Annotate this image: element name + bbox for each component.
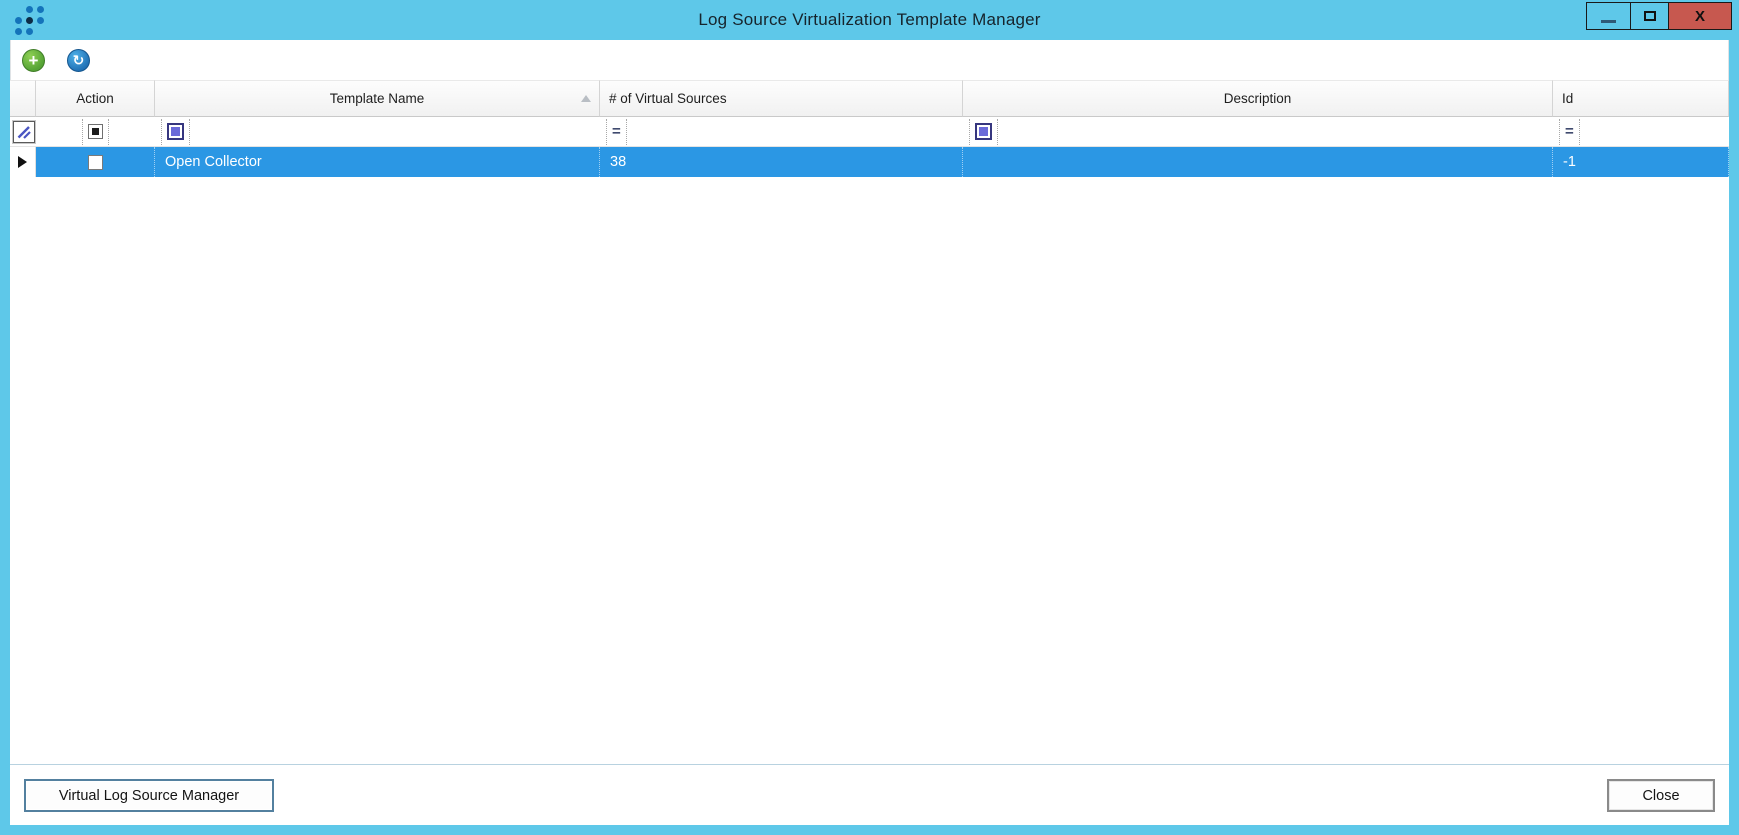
checkbox-indeterminate-blue-icon <box>975 123 992 140</box>
header-row-indicator <box>10 80 36 117</box>
filter-row-indicator-cell <box>10 117 36 147</box>
table-row-open-collector[interactable]: Open Collector 38 -1 <box>10 147 1729 177</box>
add-icon: + <box>28 50 39 70</box>
sort-ascending-icon <box>581 95 591 102</box>
maximize-icon <box>1643 11 1656 21</box>
close-button[interactable]: Close <box>1607 779 1715 812</box>
client-area: + ↻ Action Template Name # of Virtual So… <box>10 40 1729 825</box>
virtual-sources-cell[interactable]: 38 <box>600 147 963 177</box>
id-cell[interactable]: -1 <box>1553 147 1729 177</box>
row-arrow-icon <box>18 156 27 168</box>
refresh-button[interactable]: ↻ <box>67 48 90 72</box>
template-name-filter-checkbox-indeterminate[interactable] <box>161 118 190 145</box>
window: Log Source Virtualization Template Manag… <box>0 0 1739 835</box>
grid-filter-row: = = <box>10 117 1729 147</box>
titlebar[interactable]: Log Source Virtualization Template Manag… <box>0 0 1739 40</box>
toolbar: + ↻ <box>10 40 1729 80</box>
filter-cell-action <box>36 117 155 147</box>
virtual-sources-filter-operator[interactable]: = <box>606 118 627 145</box>
id-filter-operator[interactable]: = <box>1559 118 1580 145</box>
column-header-action[interactable]: Action <box>36 80 155 117</box>
maximize-button[interactable] <box>1630 3 1668 29</box>
action-checkbox-unchecked[interactable] <box>87 154 103 170</box>
equals-operator-icon: = <box>612 123 621 140</box>
window-title: Log Source Virtualization Template Manag… <box>698 10 1041 29</box>
action-filter-checkbox-indeterminate[interactable] <box>82 118 109 145</box>
edit-filter-icon[interactable] <box>12 119 36 144</box>
grid-empty-area <box>10 177 1729 764</box>
checkbox-indeterminate-blue-icon <box>167 123 184 140</box>
minimize-button[interactable] <box>1587 3 1630 29</box>
filter-cell-virtual-sources: = <box>600 117 963 147</box>
column-header-virtual-sources[interactable]: # of Virtual Sources <box>600 80 963 117</box>
add-template-button[interactable]: + <box>22 48 45 72</box>
description-filter-checkbox-indeterminate[interactable] <box>969 118 998 145</box>
equals-operator-icon: = <box>1565 123 1574 140</box>
filter-cell-id: = <box>1553 117 1729 147</box>
refresh-icon: ↻ <box>72 52 85 68</box>
description-cell[interactable] <box>963 147 1553 177</box>
checkbox-indeterminate-icon <box>88 124 103 139</box>
action-cell[interactable] <box>36 147 155 177</box>
close-window-button[interactable]: X <box>1668 3 1731 29</box>
footer: Virtual Log Source Manager Close <box>10 764 1729 825</box>
filter-cell-description <box>963 117 1553 147</box>
window-controls: X <box>1586 2 1732 30</box>
column-header-id[interactable]: Id <box>1553 80 1729 117</box>
close-icon: X <box>1694 7 1705 25</box>
filter-cell-template-name <box>155 117 600 147</box>
minimize-icon <box>1601 19 1616 23</box>
virtual-log-source-manager-button[interactable]: Virtual Log Source Manager <box>24 779 274 812</box>
column-header-description[interactable]: Description <box>963 80 1553 117</box>
column-header-template-name[interactable]: Template Name <box>155 80 600 117</box>
template-name-cell[interactable]: Open Collector <box>155 147 600 177</box>
current-row-indicator <box>10 147 36 177</box>
grid-header-row: Action Template Name # of Virtual Source… <box>10 80 1729 117</box>
